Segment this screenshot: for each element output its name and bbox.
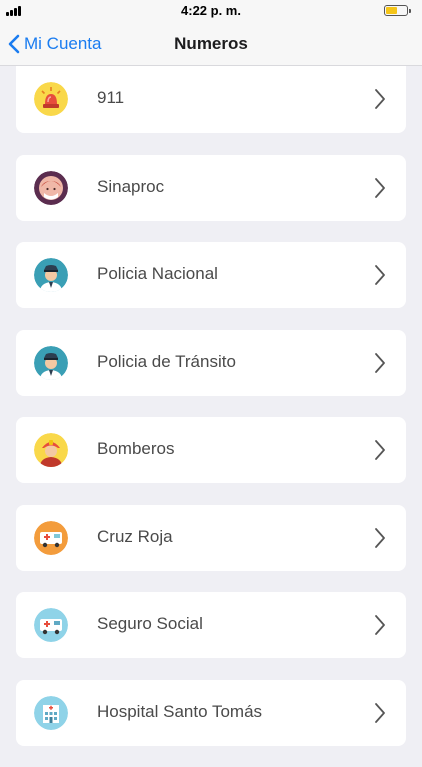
chevron-right-icon	[375, 177, 385, 198]
list-item-label: Bomberos	[97, 439, 175, 458]
list-item-label: Cruz Roja	[97, 526, 173, 546]
list-item-seguro-social[interactable]: Seguro Social	[16, 592, 406, 658]
chevron-right-icon	[375, 702, 385, 723]
chevron-right-icon	[375, 352, 385, 373]
list-item-policia-nacional[interactable]: Policia Nacional	[16, 242, 406, 308]
hospital-icon	[34, 695, 68, 730]
list-item-911[interactable]: 911	[16, 66, 406, 133]
list-item-policia-transito[interactable]: Policia de Tránsito	[16, 329, 406, 396]
chevron-right-icon	[375, 440, 385, 460]
sinaproc-icon	[34, 170, 68, 205]
list-item-bomberos[interactable]: Bomberos	[16, 417, 406, 483]
firefighter-icon	[34, 433, 68, 467]
battery-icon	[384, 5, 411, 16]
chevron-right-icon	[375, 89, 385, 109]
list-item-label: Policia Nacional	[97, 264, 218, 283]
list-item-label: Seguro Social	[97, 614, 203, 633]
chevron-right-icon	[375, 615, 385, 635]
list-item-label: Sinaproc	[97, 176, 165, 196]
ambulance-icon	[34, 520, 68, 555]
status-bar: 4:22 p. m.	[0, 0, 422, 22]
page-title: Numeros	[174, 34, 248, 53]
list-item-label: 911	[97, 88, 125, 107]
list-item-sinaproc[interactable]: Sinaproc	[16, 154, 406, 221]
list-item-label: Hospital Santo Tomás	[97, 701, 263, 721]
list-item-hospital-santo-tomas[interactable]: Hospital Santo Tomás	[16, 679, 406, 746]
status-time: 4:22 p. m.	[181, 3, 241, 18]
chevron-right-icon	[375, 265, 385, 285]
traffic-officer-icon	[34, 345, 68, 380]
siren-icon	[34, 82, 68, 116]
chevron-right-icon	[375, 527, 385, 548]
list-item-cruz-roja[interactable]: Cruz Roja	[16, 504, 406, 571]
list-item-label: Policia de Tránsito	[97, 351, 236, 371]
medical-van-icon	[34, 608, 68, 642]
numbers-list: 911 Sinaproc Policia Nacional Policia de…	[16, 66, 406, 767]
police-officer-icon	[34, 258, 68, 292]
navigation-bar: Mi Cuenta Numeros	[0, 22, 422, 66]
